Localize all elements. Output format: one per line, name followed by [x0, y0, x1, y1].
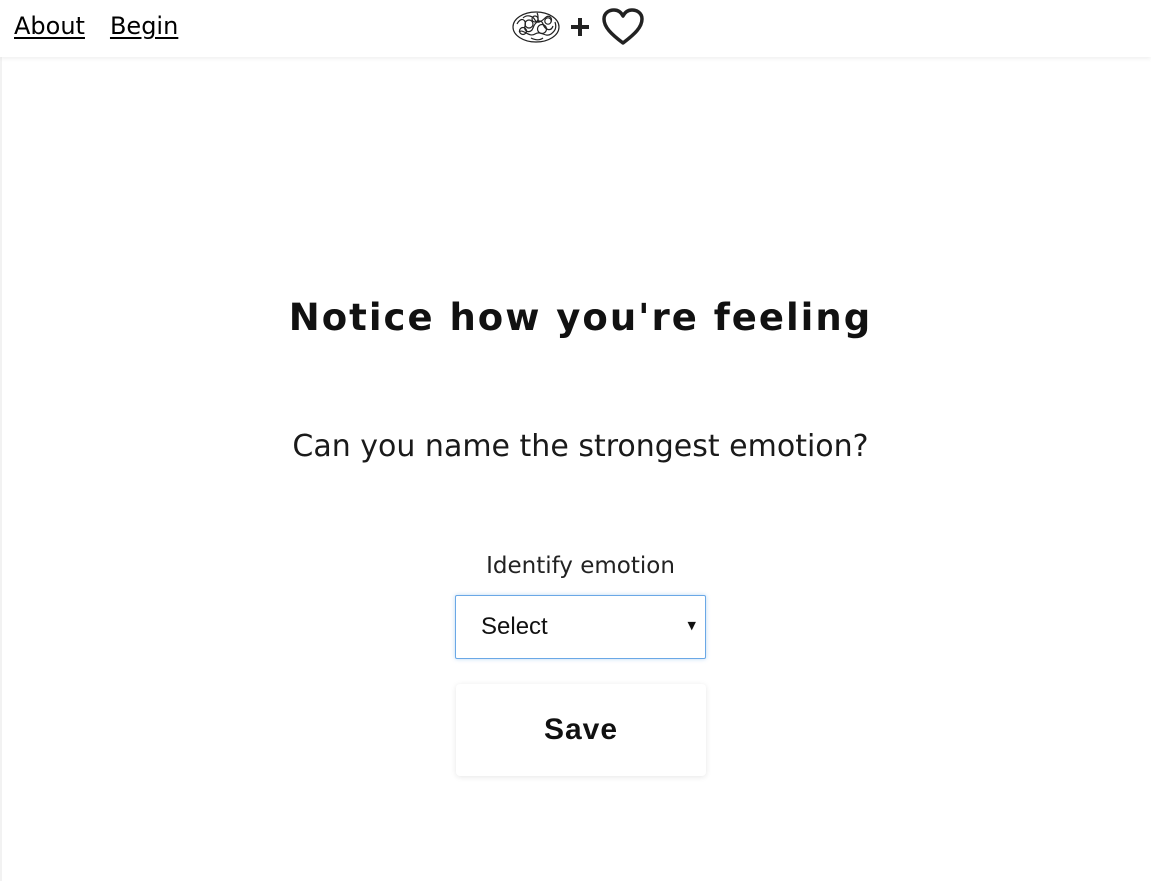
prompt-question: Can you name the strongest emotion?	[292, 429, 869, 464]
emotion-field-label: Identify emotion	[486, 553, 675, 579]
emotion-select-value: Select	[481, 613, 548, 640]
emotion-select[interactable]: Select ▼	[455, 595, 706, 659]
plus-icon	[571, 18, 589, 36]
heart-icon	[602, 8, 644, 45]
page-left-border	[0, 57, 2, 881]
nav-link-begin[interactable]: Begin	[110, 10, 178, 42]
save-button[interactable]: Save	[456, 684, 706, 776]
dropdown-arrow-icon: ▼	[687, 619, 696, 632]
top-navigation-bar: About Begin	[0, 0, 1151, 57]
main-nav: About Begin	[14, 10, 178, 42]
brain-icon	[512, 11, 560, 43]
site-logo[interactable]	[511, 7, 645, 47]
page: About Begin Notice how you're feeling Ca…	[0, 0, 1151, 881]
nav-link-about[interactable]: About	[14, 10, 85, 42]
page-heading: Notice how you're feeling	[288, 296, 873, 339]
